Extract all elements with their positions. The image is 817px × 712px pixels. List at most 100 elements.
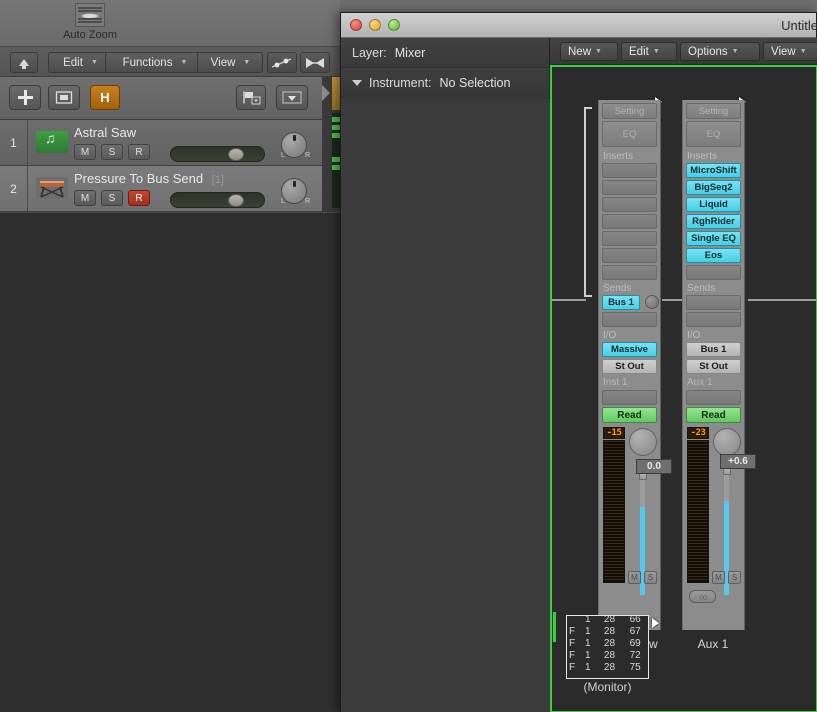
output-slot[interactable]: St Out	[686, 359, 741, 374]
mute-button[interactable]: M	[74, 190, 96, 206]
track-row[interactable]: 1 ♫ Astral Saw M S R L R	[0, 120, 340, 166]
group-slot[interactable]	[602, 390, 657, 405]
track-protect-button[interactable]	[236, 85, 266, 110]
resize-cursor-icon	[652, 618, 659, 628]
track-volume-slider[interactable]	[170, 192, 265, 208]
insert-slot[interactable]	[686, 265, 741, 280]
send-slot[interactable]	[686, 312, 741, 327]
monitor-row: 1 28 66	[567, 615, 648, 626]
disclosure-triangle-icon[interactable]	[352, 79, 362, 86]
automation-button[interactable]	[267, 52, 297, 73]
insert-slot[interactable]	[602, 214, 657, 229]
insert-slot[interactable]: BigSeq2	[686, 180, 741, 195]
track-pan-knob[interactable]: L R	[281, 132, 310, 161]
pan-knob[interactable]	[629, 428, 657, 456]
monitor-cell-value2: 69	[629, 638, 641, 649]
eq-thumbnail[interactable]: EQ	[602, 121, 657, 147]
insert-slot[interactable]: Single EQ	[686, 231, 741, 246]
instrument-value: No Selection	[439, 75, 511, 90]
insert-slot[interactable]	[602, 163, 657, 178]
solo-button[interactable]: S	[644, 571, 657, 584]
peak-level-display[interactable]: -23	[687, 427, 709, 439]
auto-zoom-button[interactable]: Auto Zoom	[55, 3, 125, 45]
monitor-cell-status: F	[569, 662, 576, 673]
collapse-arrow-icon[interactable]	[322, 85, 330, 101]
track-list-chevron-button[interactable]	[276, 85, 308, 110]
track-list: 1 ♫ Astral Saw M S R L R 2 Pressure To B…	[0, 120, 340, 212]
channel-strip[interactable]: Setting EQ Inserts MicroShift BigSeq2 Li…	[682, 100, 756, 630]
insert-slot[interactable]	[602, 180, 657, 195]
monitor-cell-channel: 1	[584, 638, 591, 649]
arrange-menu-view[interactable]: View ▼	[197, 52, 263, 73]
insert-slot[interactable]: Eos	[686, 248, 741, 263]
send-slot[interactable]	[602, 312, 657, 327]
group-connector-line	[662, 299, 684, 301]
track-row[interactable]: 2 Pressure To Bus Send [1] M S R L R	[0, 166, 340, 212]
flex-button[interactable]	[300, 52, 330, 73]
send-level-knob[interactable]	[645, 295, 659, 309]
up-arrow-button[interactable]	[10, 52, 38, 73]
pan-knob[interactable]	[713, 428, 741, 456]
mixer-menu-options[interactable]: Options ▼	[680, 42, 760, 61]
input-slot[interactable]: Bus 1	[686, 342, 741, 357]
pan-left-label: L	[281, 198, 285, 205]
record-enable-button[interactable]: R	[128, 144, 150, 160]
monitor-cell-value2: 72	[629, 650, 641, 661]
eq-thumbnail[interactable]: EQ	[686, 121, 741, 147]
automation-mode-button[interactable]: Read	[686, 407, 741, 423]
monitor-cell-value1: 28	[603, 626, 616, 637]
send-slot[interactable]: Bus 1	[602, 295, 640, 310]
track-pan-knob[interactable]: L R	[281, 178, 310, 207]
mixer-menu-new[interactable]: New ▼	[560, 42, 618, 61]
mute-button[interactable]: M	[628, 571, 641, 584]
chevron-down-icon: ▼	[243, 59, 251, 66]
insert-slot[interactable]	[602, 248, 657, 263]
insert-slot[interactable]	[602, 265, 657, 280]
mute-button[interactable]: M	[712, 571, 725, 584]
insert-slot[interactable]	[602, 197, 657, 212]
solo-button[interactable]: S	[101, 190, 123, 206]
automation-mode-button[interactable]: Read	[602, 407, 657, 423]
record-enable-button[interactable]: R	[128, 190, 150, 206]
solo-button[interactable]: S	[728, 571, 741, 584]
up-arrow-icon	[19, 59, 29, 69]
insert-slot[interactable]	[602, 231, 657, 246]
mixer-menu-edit[interactable]: Edit ▼	[621, 42, 677, 61]
fader-value-display[interactable]: 0.0	[636, 459, 672, 474]
setting-button[interactable]: Setting	[686, 103, 741, 119]
track-number: 1	[0, 120, 28, 165]
channel-strip[interactable]: Setting EQ Inserts Sends Bus 1 I/O Massi…	[598, 100, 672, 630]
group-slot[interactable]	[686, 390, 741, 405]
input-slot[interactable]: Massive	[602, 342, 657, 357]
monitor-cell-value1: 28	[603, 615, 616, 625]
arrange-menu-edit[interactable]: Edit ▼	[48, 52, 112, 73]
mixer-menu-view[interactable]: View ▼	[763, 42, 817, 61]
mute-button[interactable]: M	[74, 144, 96, 160]
track-msr-group: M S R	[74, 190, 150, 206]
duplicate-track-button[interactable]	[48, 85, 80, 110]
arrange-menu-functions[interactable]: Functions ▼	[105, 52, 204, 73]
midi-region-icon[interactable]: ♫	[36, 131, 68, 153]
hide-tracks-button[interactable]: H	[90, 85, 120, 110]
output-slot[interactable]: St Out	[602, 359, 657, 374]
monitor-row: F 1 28 69	[567, 638, 648, 650]
instrument-row[interactable]: Instrument: No Selection	[341, 68, 549, 98]
insert-slot[interactable]: RghRider	[686, 214, 741, 229]
monitor-event-list[interactable]: 1 28 66 F 1 28 67 F 1 28 69 F 1 28 72 F …	[566, 615, 649, 679]
fader-value-display[interactable]: +0.6	[720, 454, 756, 469]
mixer-menu-options-label: Options	[688, 45, 728, 58]
setting-button[interactable]: Setting	[602, 103, 657, 119]
monitor-cell-value2: 67	[629, 626, 641, 637]
layer-row[interactable]: Layer: Mixer	[341, 38, 549, 68]
insert-slot[interactable]: Liquid	[686, 197, 741, 212]
solo-button[interactable]: S	[101, 144, 123, 160]
stereo-pair-icon[interactable]: ○○	[689, 590, 716, 603]
mixer-titlebar[interactable]: Untitle	[341, 13, 817, 38]
track-volume-slider[interactable]	[170, 146, 265, 162]
peak-level-display[interactable]: -15	[603, 427, 625, 439]
add-track-button[interactable]	[9, 85, 41, 110]
send-slot[interactable]	[686, 295, 741, 310]
keyboard-stand-icon[interactable]	[36, 177, 68, 199]
insert-slot[interactable]: MicroShift	[686, 163, 741, 178]
pan-right-label: R	[304, 198, 310, 205]
